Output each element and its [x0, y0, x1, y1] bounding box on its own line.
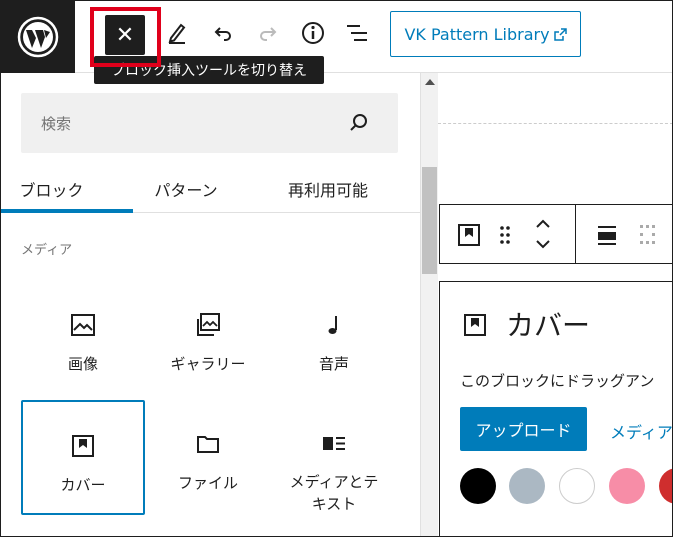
inserter-tabs: ブロック パターン 再利用可能 — [0, 165, 420, 213]
highlight-annotation — [90, 7, 161, 67]
move-down-icon[interactable] — [534, 237, 552, 251]
scroll-thumb[interactable] — [422, 167, 437, 274]
canvas-divider — [438, 123, 673, 124]
tab-reusable[interactable]: 再利用可能 — [278, 165, 378, 213]
block-label: ギャラリー — [170, 355, 246, 373]
block-inserter-panel: 検索 ブロック パターン 再利用可能 メディア 画像 ギャラリー 音声 カバー … — [0, 73, 420, 537]
block-item-gallery[interactable]: ギャラリー — [146, 281, 270, 396]
undo-button[interactable] — [205, 15, 241, 51]
list-view-icon — [347, 25, 367, 41]
audio-icon — [323, 311, 345, 339]
external-link-icon — [553, 27, 567, 41]
block-item-audio[interactable]: 音声 — [272, 281, 396, 396]
wordpress-logo-icon[interactable] — [0, 0, 75, 73]
info-icon — [302, 22, 324, 44]
active-tab-indicator — [0, 209, 133, 213]
toolbar-separator — [575, 205, 576, 263]
tab-patterns[interactable]: パターン — [133, 165, 239, 213]
vk-pattern-library-button[interactable]: VK Pattern Library — [390, 11, 581, 57]
inserter-scrollbar[interactable] — [420, 73, 438, 537]
cover-placeholder: カバー このブロックにドラッグアン アップロード メディア — [439, 281, 673, 537]
search-input[interactable]: 検索 — [41, 113, 71, 134]
media-library-link[interactable]: メディア — [610, 419, 673, 443]
editor-canvas: カバー このブロックにドラッグアン アップロード メディア — [438, 73, 673, 537]
color-swatch-black[interactable] — [460, 468, 496, 504]
block-item-cover[interactable]: カバー — [21, 400, 145, 515]
block-toolbar — [439, 204, 673, 264]
drag-handle-icon[interactable] — [498, 223, 512, 247]
redo-button[interactable] — [250, 15, 286, 51]
media-text-icon — [321, 430, 347, 457]
cover-description: このブロックにドラッグアン — [460, 372, 655, 390]
pencil-icon — [168, 23, 186, 44]
details-button[interactable] — [295, 15, 331, 51]
color-swatch-gray[interactable] — [509, 468, 545, 504]
image-icon — [70, 311, 96, 339]
color-swatch-white[interactable] — [559, 468, 595, 504]
tools-button[interactable] — [159, 15, 195, 51]
block-label: ファイル — [177, 474, 238, 492]
tab-blocks[interactable]: ブロック — [0, 165, 103, 213]
cover-icon — [464, 314, 486, 336]
list-view-button[interactable] — [339, 15, 375, 51]
search-icon — [350, 114, 367, 131]
align-icon[interactable] — [596, 223, 618, 247]
search-box[interactable]: 検索 — [21, 93, 398, 153]
undo-icon — [214, 27, 231, 41]
redo-icon — [260, 27, 277, 41]
block-label: 画像 — [67, 355, 98, 373]
cover-icon[interactable] — [457, 223, 481, 247]
color-swatch-red[interactable] — [659, 468, 673, 504]
gallery-icon — [195, 311, 221, 339]
block-label: メディアとテキスト — [289, 473, 379, 513]
upload-button[interactable]: アップロード — [460, 407, 587, 451]
move-up-icon[interactable] — [534, 217, 552, 231]
block-item-media-text[interactable]: メディアとテキスト — [272, 400, 396, 515]
cover-icon — [70, 432, 96, 460]
color-swatch-pink[interactable] — [609, 468, 645, 504]
block-item-file[interactable]: ファイル — [146, 400, 270, 515]
vk-pattern-library-label: VK Pattern Library — [404, 24, 550, 44]
block-item-image[interactable]: 画像 — [21, 281, 145, 396]
full-height-icon[interactable] — [638, 223, 660, 247]
scroll-up-arrow-icon[interactable] — [425, 79, 435, 85]
file-icon — [195, 430, 221, 458]
block-label: カバー — [60, 476, 106, 494]
category-label: メディア — [21, 243, 73, 258]
block-label: 音声 — [318, 355, 349, 373]
cover-title: カバー — [506, 309, 591, 342]
